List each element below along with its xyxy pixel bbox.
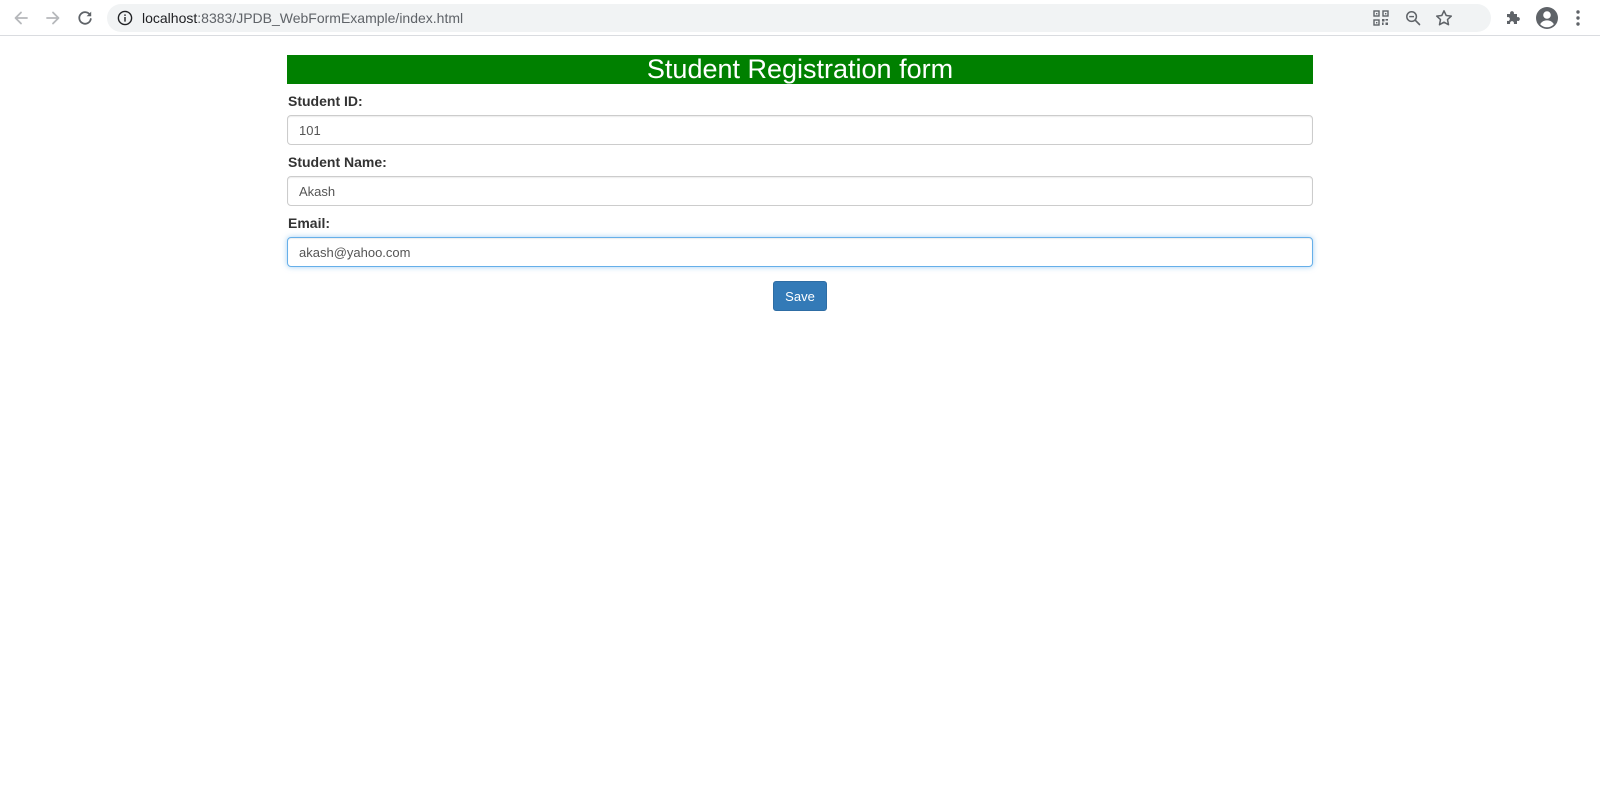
save-button[interactable]: Save	[773, 281, 827, 311]
star-icon	[1435, 10, 1453, 26]
button-row: Save	[287, 281, 1313, 311]
student-id-label: Student ID:	[288, 93, 363, 109]
zoom-button[interactable]	[1403, 8, 1423, 28]
browser-toolbar: localhost:8383/JPDB_WebFormExample/index…	[0, 0, 1600, 36]
back-button[interactable]	[7, 4, 35, 32]
profile-button[interactable]	[1535, 6, 1559, 30]
arrow-left-icon	[14, 11, 28, 25]
email-group: Email:	[287, 215, 1313, 267]
extensions-button[interactable]	[1501, 6, 1525, 30]
reload-icon	[78, 11, 92, 25]
qr-code-button[interactable]	[1371, 8, 1391, 28]
address-bar[interactable]: localhost:8383/JPDB_WebFormExample/index…	[107, 4, 1491, 32]
registration-form: Student Registration form Student ID: St…	[287, 55, 1313, 311]
student-name-input[interactable]	[287, 176, 1313, 206]
forward-button[interactable]	[39, 4, 67, 32]
menu-button[interactable]	[1566, 6, 1590, 30]
form-title: Student Registration form	[287, 55, 1313, 84]
student-id-group: Student ID:	[287, 93, 1313, 145]
url-path: :8383/JPDB_WebFormExample/index.html	[197, 10, 464, 26]
qr-code-icon	[1373, 10, 1389, 26]
reload-button[interactable]	[71, 4, 99, 32]
student-id-input[interactable]	[287, 115, 1313, 145]
info-icon[interactable]	[117, 10, 133, 26]
student-name-group: Student Name:	[287, 154, 1313, 206]
arrow-right-icon	[46, 11, 60, 25]
puzzle-icon	[1507, 11, 1520, 24]
url-text[interactable]: localhost:8383/JPDB_WebFormExample/index…	[142, 10, 463, 26]
student-name-label: Student Name:	[288, 154, 387, 170]
kebab-menu-icon	[1576, 10, 1580, 26]
url-host: localhost	[142, 10, 198, 26]
email-input[interactable]	[287, 237, 1313, 267]
account-icon	[1536, 7, 1558, 29]
email-label: Email:	[288, 215, 331, 231]
bookmark-button[interactable]	[1434, 8, 1454, 28]
zoom-out-icon	[1406, 11, 1421, 26]
